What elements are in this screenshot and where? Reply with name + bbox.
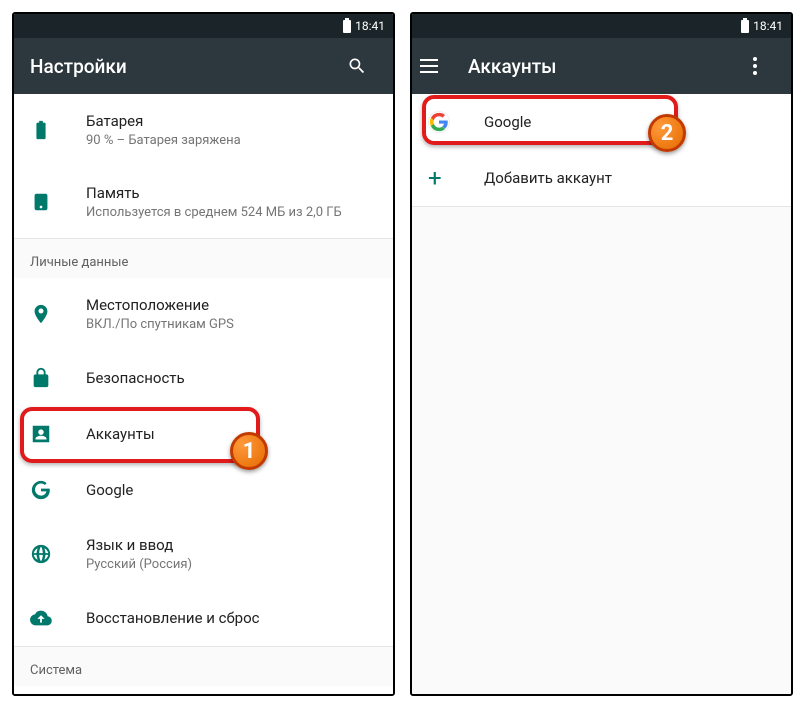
settings-list[interactable]: Батарея 90 % – Батарея заряжена Память И… [14,94,393,694]
google-account-label: Google [484,113,775,131]
status-time: 18:41 [355,19,385,33]
google-logo-icon [428,111,450,133]
lock-icon [30,367,52,389]
plus-icon: + [428,166,442,190]
location-subtitle: ВКЛ./По спутникам GPS [86,317,377,332]
section-system: Система [14,647,393,686]
search-button[interactable] [337,56,377,76]
row-security[interactable]: Безопасность [14,350,393,406]
hamburger-icon [420,59,438,73]
appbar: Аккаунты [412,38,791,94]
divider [412,206,791,207]
row-storage[interactable]: Память Используется в среднем 524 МБ из … [14,166,393,238]
section-personal: Личные данные [14,239,393,278]
step-badge-1: 1 [230,432,268,470]
cloud-upload-icon [30,607,52,629]
appbar-title: Настройки [30,55,337,78]
row-add-account[interactable]: + Добавить аккаунт [412,150,791,206]
row-backup[interactable]: Восстановление и сброс [14,590,393,646]
status-bar: 18:41 [14,14,393,38]
row-battery[interactable]: Батарея 90 % – Батарея заряжена [14,94,393,166]
menu-button[interactable] [420,59,452,73]
location-title: Местоположение [86,296,377,314]
accounts-list[interactable]: Google + Добавить аккаунт [412,94,791,694]
storage-subtitle: Используется в среднем 524 МБ из 2,0 ГБ [86,205,377,220]
row-google[interactable]: Google [14,462,393,518]
settings-screen: 18:41 Настройки Батарея 90 % – Батарея з… [12,12,395,696]
row-accounts[interactable]: Аккаунты [14,406,393,462]
accounts-screen: 18:41 Аккаунты Google + Добавить аккаунт [410,12,793,696]
storage-icon [30,191,52,213]
battery-icon [741,20,749,33]
step-badge-2: 2 [648,114,686,152]
appbar: Настройки [14,38,393,94]
battery-subtitle: 90 % – Батарея заряжена [86,133,377,148]
backup-title: Восстановление и сброс [86,609,377,627]
accounts-title: Аккаунты [86,425,377,443]
language-subtitle: Русский (Россия) [86,557,377,572]
appbar-title: Аккаунты [468,55,735,78]
status-time: 18:41 [753,19,783,33]
account-icon [30,423,52,445]
row-language[interactable]: Язык и ввод Русский (Россия) [14,518,393,590]
row-location[interactable]: Местоположение ВКЛ./По спутникам GPS [14,278,393,350]
storage-title: Память [86,184,377,202]
add-account-label: Добавить аккаунт [484,169,775,187]
location-icon [30,303,52,325]
search-icon [347,56,367,76]
battery-title: Батарея [86,112,377,130]
battery-icon [30,119,52,141]
battery-icon [343,20,351,33]
status-bar: 18:41 [412,14,791,38]
globe-icon [30,543,52,565]
google-title: Google [86,481,377,499]
more-vert-icon [753,57,757,75]
security-title: Безопасность [86,369,377,387]
google-g-icon [30,479,52,501]
language-title: Язык и ввод [86,536,377,554]
row-datetime[interactable]: Дата и время [14,686,393,694]
overflow-button[interactable] [735,57,775,75]
row-google-account[interactable]: Google [412,94,791,150]
